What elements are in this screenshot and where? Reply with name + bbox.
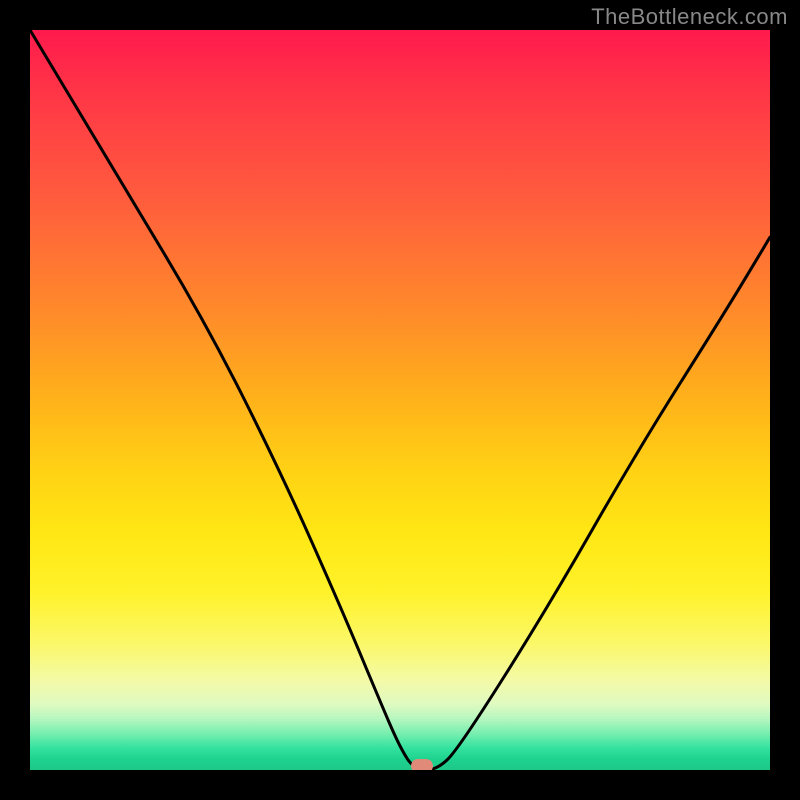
bottleneck-curve-path [30,30,770,770]
optimal-point-marker [411,759,433,770]
plot-area [30,30,770,770]
curve-svg [30,30,770,770]
chart-container: TheBottleneck.com [0,0,800,800]
watermark-text: TheBottleneck.com [591,4,788,30]
